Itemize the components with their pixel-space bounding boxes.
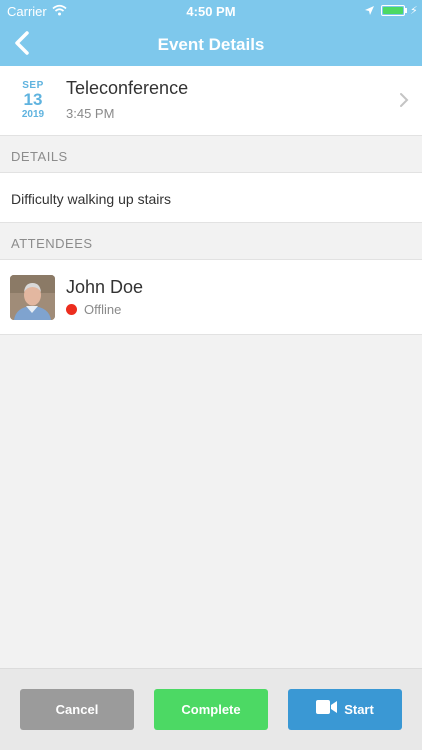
details-text: Difficulty walking up stairs [0,173,422,223]
details-section-header: DETAILS [0,136,422,173]
event-summary-row[interactable]: SEP 13 2019 Teleconference 3:45 PM [0,66,422,136]
battery-cap [405,8,407,13]
status-bar: Carrier 4:50 PM ⚡ [0,0,422,22]
action-footer: Cancel Complete Start [0,668,422,750]
battery-icon [381,5,405,16]
complete-button[interactable]: Complete [154,689,268,730]
event-time: 3:45 PM [66,106,115,121]
cancel-button[interactable]: Cancel [20,689,134,730]
navigation-bar: Event Details [0,22,422,66]
attendee-row[interactable]: John Doe Offline [0,260,422,335]
event-date: SEP 13 2019 [14,80,52,120]
avatar [10,275,55,320]
event-name: Teleconference [66,78,189,98]
attendee-name: John Doe [66,277,144,297]
event-day: 13 [23,90,43,109]
charging-bolt-icon: ⚡ [410,5,418,17]
video-camera-icon [316,689,338,730]
status-time: 4:50 PM [186,4,236,19]
attendees-section-header: ATTENDEES [0,223,422,260]
start-button-label: Start [344,702,374,717]
start-button[interactable]: Start [288,689,402,730]
page-title: Event Details [157,35,265,54]
event-year: 2019 [21,109,45,120]
chevron-right-icon [399,92,409,113]
status-indicator-dot [66,304,77,315]
location-arrow-icon [364,4,375,19]
attendee-status-label: Offline [84,302,122,317]
